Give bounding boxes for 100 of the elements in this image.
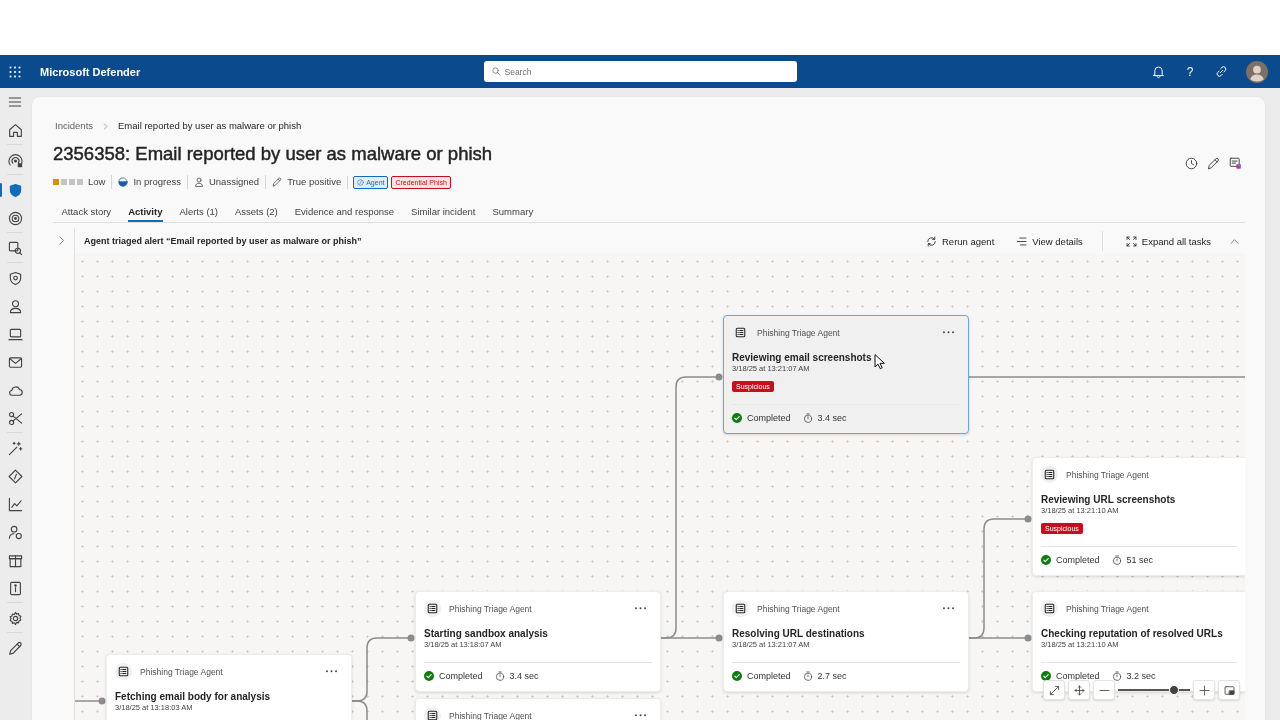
status-label: In progress — [133, 175, 181, 189]
assignee-label: Unassigned — [208, 175, 260, 189]
expand-all-button[interactable]: Expand all tasks — [1122, 231, 1214, 251]
more-icon[interactable] — [943, 607, 954, 610]
report-icon[interactable] — [1229, 157, 1242, 170]
more-icon[interactable] — [635, 714, 646, 717]
check-circle-icon — [732, 413, 742, 423]
agent-name: Phishing Triage Agent — [449, 710, 532, 720]
selection-indicator — [0, 183, 2, 197]
agent-run-title: Agent triaged alert “Email reported by user as malware or phish” — [84, 236, 362, 246]
classification-label: True positive — [287, 175, 342, 189]
box-icon[interactable] — [7, 552, 23, 568]
person-icon[interactable] — [7, 524, 23, 540]
link-icon[interactable] — [1215, 65, 1228, 78]
tab[interactable]: Summary — [484, 200, 542, 222]
timer-icon — [802, 413, 813, 423]
task-duration: 51 sec — [1126, 554, 1154, 567]
search-icon — [491, 67, 501, 76]
avatar-icon[interactable] — [1246, 60, 1268, 83]
clock-icon[interactable] — [1185, 157, 1198, 170]
search-field[interactable]: Search — [483, 61, 797, 82]
task-status: Completed — [439, 670, 483, 683]
task-status: Completed — [1056, 554, 1100, 567]
check-circle-icon — [424, 671, 434, 681]
task-duration: 3.4 sec — [509, 670, 539, 683]
agent-name: Phishing Triage Agent — [1066, 469, 1149, 480]
code-icon[interactable] — [7, 468, 23, 484]
breadcrumb-current: Email reported by user as malware or phish — [118, 119, 302, 133]
timer-icon — [1111, 671, 1122, 681]
task-duration: 2.7 sec — [817, 670, 847, 683]
zoom-slider[interactable] — [1118, 685, 1190, 695]
more-icon[interactable] — [635, 607, 646, 610]
chart-icon[interactable] — [7, 496, 23, 512]
task-status: Completed — [1056, 670, 1100, 683]
task-status: Completed — [747, 412, 791, 425]
shield-icon[interactable] — [7, 270, 23, 286]
document-list-icon — [115, 663, 132, 680]
agent-icon — [357, 178, 365, 186]
chevron-right-icon[interactable] — [57, 236, 66, 245]
tab[interactable]: Assets (2) — [226, 200, 287, 222]
task-card[interactable]: Phishing Triage Agent — [415, 698, 661, 720]
refresh-icon — [926, 235, 937, 247]
more-icon[interactable] — [943, 331, 954, 334]
severity-label: Low — [88, 175, 106, 189]
settings-icon[interactable] — [7, 610, 23, 626]
cursor-icon — [874, 354, 885, 369]
timer-icon — [494, 671, 505, 681]
document-list-icon — [1041, 466, 1058, 483]
shield-icon[interactable] — [7, 182, 23, 198]
more-icon[interactable] — [326, 670, 337, 673]
task-status: Completed — [747, 670, 791, 683]
document-list-icon — [1041, 600, 1058, 617]
app-launcher-icon[interactable] — [9, 65, 21, 78]
document-icon[interactable] — [7, 580, 23, 596]
agent-name: Phishing Triage Agent — [140, 666, 223, 677]
pencil-icon[interactable] — [1207, 157, 1220, 170]
task-title: Reviewing email screenshots — [732, 352, 872, 364]
view-details-button[interactable]: View details — [1013, 231, 1086, 251]
person-icon[interactable] — [7, 298, 23, 314]
pencil-icon — [272, 177, 283, 187]
help-button[interactable]: ? — [1183, 64, 1197, 79]
rerun-agent-button[interactable]: Rerun agent — [923, 231, 998, 251]
plus-icon — [1198, 684, 1210, 696]
task-title: Fetching email body for analysis — [115, 691, 271, 703]
task-title: Starting sandbox analysis — [424, 628, 548, 640]
scissors-icon[interactable] — [7, 410, 23, 426]
wand-icon[interactable] — [7, 440, 23, 456]
incident-title: 2356358: Email reported by user as malware or phish — [53, 142, 493, 166]
target-icon[interactable] — [7, 210, 23, 226]
pencil-icon[interactable] — [7, 640, 23, 656]
mail-icon[interactable] — [7, 354, 23, 370]
tab[interactable]: Attack story — [53, 200, 120, 222]
minimap-icon — [1223, 684, 1235, 696]
fit-view-button[interactable] — [1043, 680, 1065, 700]
bell-icon[interactable] — [1152, 65, 1165, 78]
document-list-icon — [424, 600, 441, 617]
document-list-icon — [424, 707, 441, 720]
agent-name: Phishing Triage Agent — [449, 603, 532, 614]
zoom-in-button[interactable] — [1193, 680, 1215, 700]
task-title: Reviewing URL screenshots — [1041, 494, 1176, 506]
radar-icon[interactable] — [7, 152, 23, 168]
laptop-icon[interactable] — [7, 326, 23, 342]
agent-name: Phishing Triage Agent — [1066, 603, 1149, 614]
minimap-button[interactable] — [1218, 680, 1240, 700]
task-duration: 3.2 sec — [1126, 670, 1156, 683]
progress-icon — [118, 177, 129, 187]
slider-thumb[interactable] — [1169, 685, 1180, 695]
move-icon — [1073, 684, 1085, 696]
agent-name: Phishing Triage Agent — [757, 603, 840, 614]
task-duration: 3.4 sec — [817, 412, 847, 425]
tab[interactable]: Similar incident — [402, 200, 484, 222]
breadcrumb-link[interactable]: Incidents — [55, 119, 94, 133]
center-view-button[interactable] — [1068, 680, 1090, 700]
timer-icon — [1111, 555, 1122, 565]
agent-name: Phishing Triage Agent — [757, 327, 840, 338]
tab[interactable]: Evidence and response — [286, 200, 403, 222]
home-icon[interactable] — [7, 122, 23, 138]
tab[interactable]: Alerts (1) — [170, 200, 227, 222]
list-icon — [1016, 235, 1028, 247]
magnifier-icon[interactable] — [7, 240, 23, 256]
